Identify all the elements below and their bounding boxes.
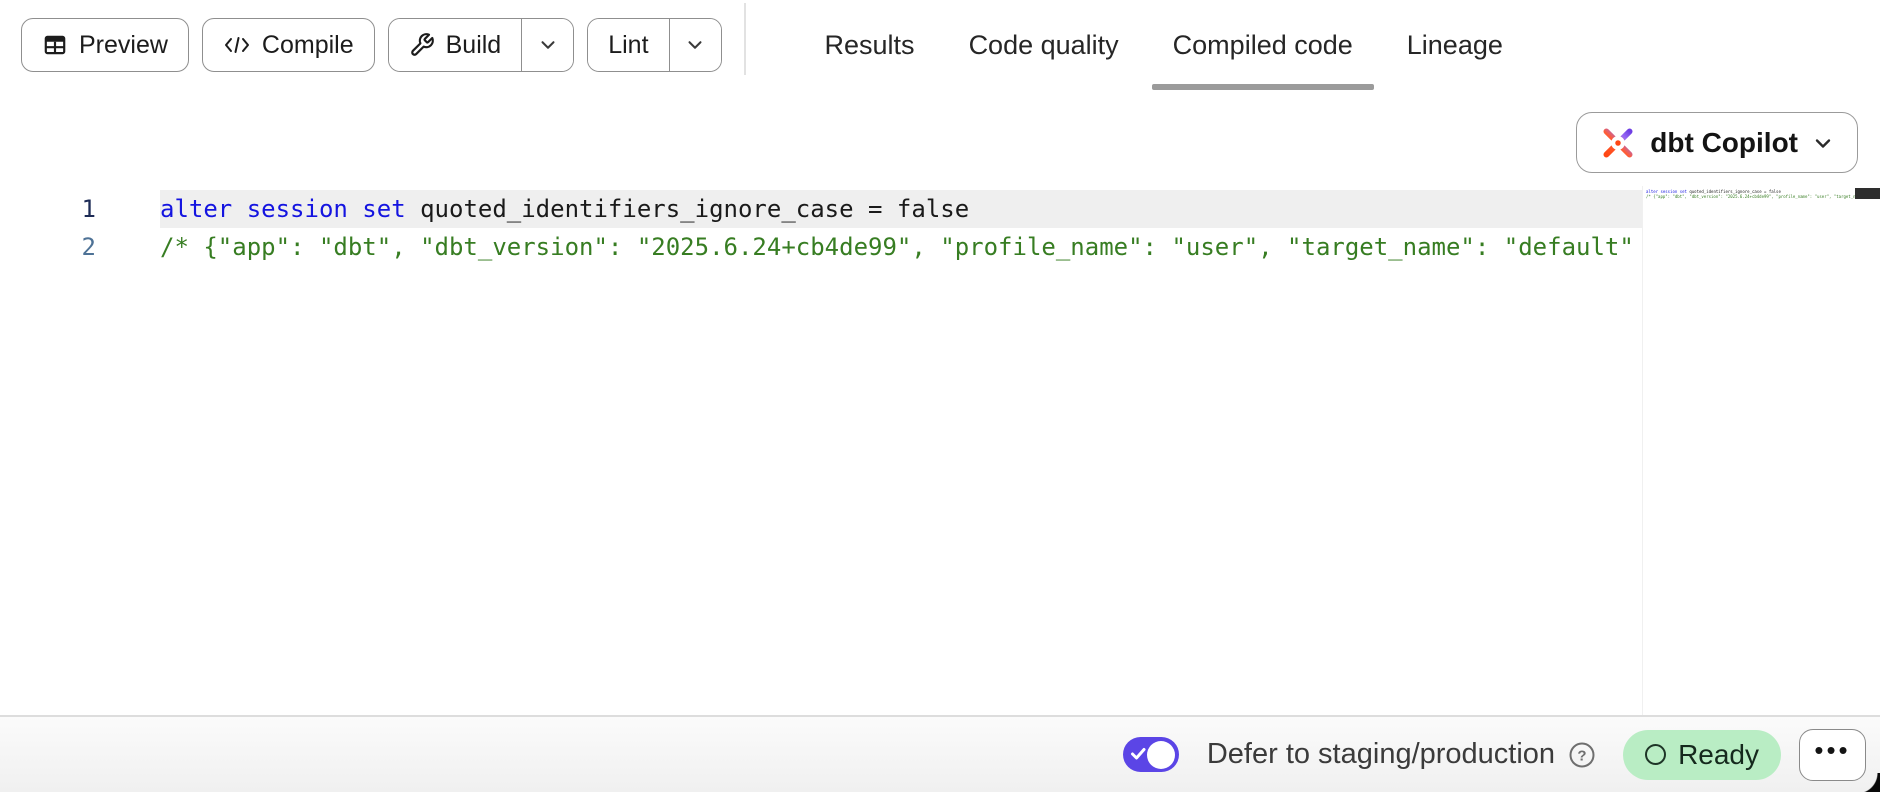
build-button[interactable]: Build: [389, 19, 522, 71]
ide-status-label: Ready: [1678, 739, 1759, 771]
preview-button-label: Preview: [79, 31, 168, 60]
wrench-icon: [409, 32, 435, 58]
sql-text: quoted_identifiers_ignore_case = false: [406, 195, 970, 223]
line-number: 2: [0, 228, 96, 266]
tab-results[interactable]: Results: [798, 0, 942, 90]
toolbar-tabs-divider: [744, 3, 746, 75]
tab-code-quality-label: Code quality: [969, 30, 1119, 61]
dbt-copilot-button[interactable]: dbt Copilot: [1576, 112, 1858, 173]
chevron-down-icon: [684, 34, 706, 56]
preview-button[interactable]: Preview: [21, 18, 189, 72]
window-corner: [1857, 773, 1880, 792]
code-text[interactable]: /* {"app": "dbt", "dbt_version": "2025.6…: [160, 228, 1642, 266]
dbt-copilot-label: dbt Copilot: [1650, 127, 1798, 159]
dbt-logo-icon: [1599, 124, 1637, 162]
lint-dropdown-button[interactable]: [669, 19, 721, 71]
build-split-button: Build: [388, 18, 575, 72]
build-button-label: Build: [446, 31, 502, 60]
code-line: 1 alter session set quoted_identifiers_i…: [0, 190, 1642, 228]
tab-code-quality[interactable]: Code quality: [942, 0, 1146, 90]
sql-keyword: alter session set: [160, 195, 406, 223]
defer-label: Defer to staging/production: [1207, 738, 1555, 771]
lint-split-button: Lint: [587, 18, 721, 72]
tab-compiled-code-label: Compiled code: [1173, 30, 1353, 61]
code-pane[interactable]: 1 alter session set quoted_identifiers_i…: [0, 190, 1642, 715]
toggle-knob: [1147, 741, 1175, 769]
chevron-down-icon: [537, 34, 559, 56]
code-line: 2 /* {"app": "dbt", "dbt_version": "2025…: [0, 228, 1642, 266]
editor-toolbar: Preview Compile: [0, 18, 722, 72]
minimap-scrollbar-thumb[interactable]: [1855, 188, 1880, 199]
code-editor: 1 alter session set quoted_identifiers_i…: [0, 186, 1880, 715]
svg-text:?: ?: [1577, 747, 1586, 764]
sql-comment: /* {"app": "dbt", "dbt_version": "2025.6…: [160, 233, 1634, 261]
defer-toggle[interactable]: [1123, 737, 1179, 772]
tab-lineage-label: Lineage: [1407, 30, 1503, 61]
chevron-down-icon: [1811, 131, 1835, 155]
build-dropdown-button[interactable]: [521, 19, 573, 71]
result-tabs: Results Code quality Compiled code Linea…: [798, 0, 1530, 90]
compile-button[interactable]: Compile: [202, 18, 375, 72]
lint-button-label: Lint: [608, 31, 648, 60]
ellipsis-icon: •••: [1814, 737, 1850, 763]
minimap-content: alter session set quoted_identifiers_ign…: [1643, 186, 1880, 199]
ide-window: Preview Compile: [0, 0, 1880, 792]
minimap-line: /* {"app": "dbt", "dbt_version": "2025.6…: [1643, 194, 1880, 199]
minimap[interactable]: alter session set quoted_identifiers_ign…: [1642, 186, 1880, 715]
help-icon[interactable]: ?: [1567, 740, 1597, 770]
status-ring-icon: [1645, 744, 1666, 765]
status-bar: Defer to staging/production ? Ready •••: [0, 715, 1880, 792]
check-icon: [1130, 746, 1147, 762]
more-options-button[interactable]: •••: [1799, 729, 1866, 781]
code-text[interactable]: alter session set quoted_identifiers_ign…: [160, 190, 1642, 228]
tab-results-label: Results: [825, 30, 915, 61]
line-number: 1: [0, 190, 96, 228]
tab-lineage[interactable]: Lineage: [1380, 0, 1530, 90]
code-brackets-icon: [223, 33, 251, 57]
compile-button-label: Compile: [262, 31, 354, 60]
ide-status-badge[interactable]: Ready: [1623, 730, 1781, 780]
table-icon: [42, 32, 68, 58]
lint-button[interactable]: Lint: [588, 19, 668, 71]
tab-compiled-code[interactable]: Compiled code: [1146, 0, 1380, 90]
top-header: Preview Compile: [0, 0, 1880, 90]
